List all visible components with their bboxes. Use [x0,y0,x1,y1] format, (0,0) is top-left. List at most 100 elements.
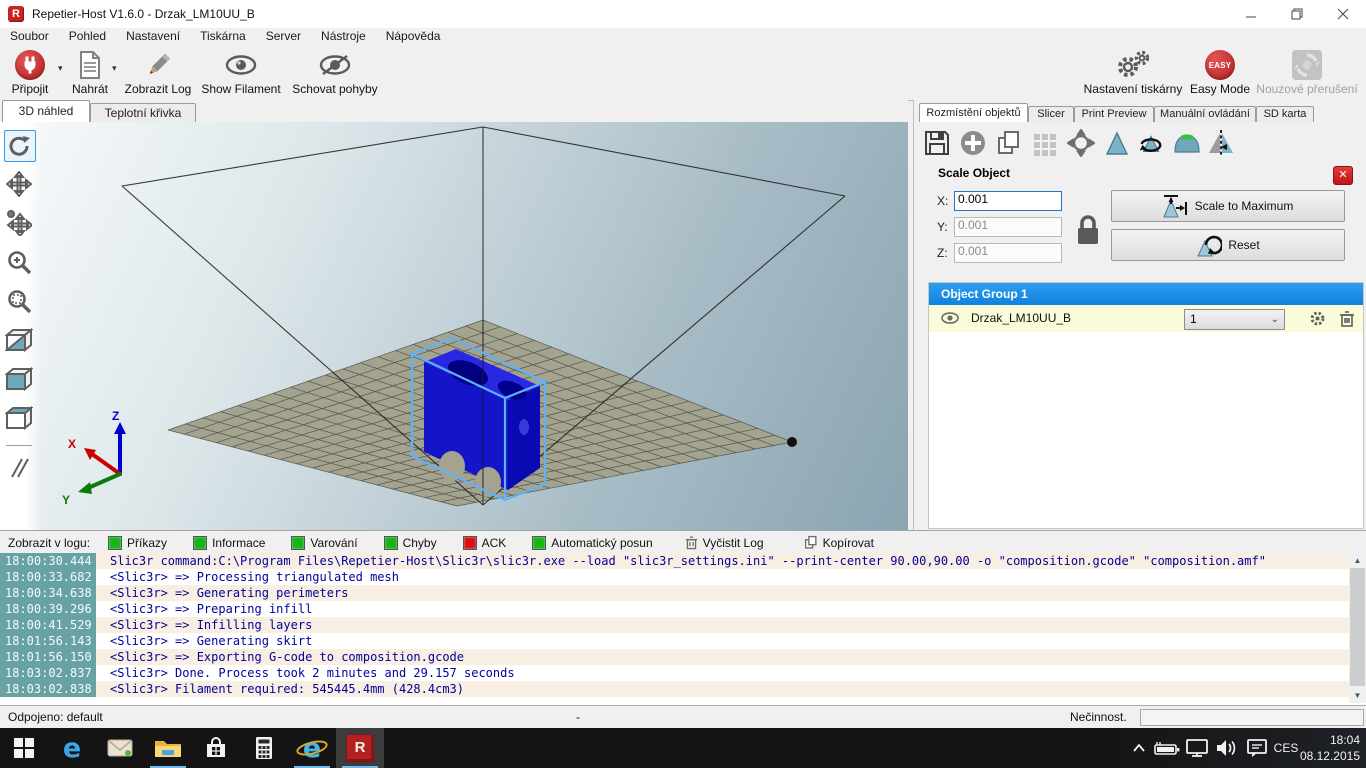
add-object-button[interactable] [958,128,988,158]
scale-y-input[interactable]: 0.001 [954,217,1062,237]
filter-checkbox[interactable] [291,536,305,550]
lock-aspect-button[interactable] [1074,212,1102,253]
tab-3d-view[interactable]: 3D náhled [2,100,90,122]
object-settings-gear-icon[interactable] [1309,310,1326,332]
menu-server[interactable]: Server [256,28,311,45]
log-filter-toggle[interactable]: Informace [193,536,265,550]
easy-mode-button[interactable]: EASY Easy Mode [1190,49,1250,97]
scrollbar-thumb[interactable] [1350,568,1365,686]
lay-flat-button[interactable] [1172,128,1202,158]
toggle-log-button[interactable]: Zobrazit Log [120,49,196,97]
load-button[interactable]: Nahrát [66,49,114,97]
tab-manual-control[interactable]: Manuální ovládání [1154,106,1256,122]
menu-pohled[interactable]: Pohled [59,28,116,45]
zoom-in-button[interactable] [4,247,34,277]
log-filter-toggle[interactable]: Varování [291,536,357,550]
object-visibility-eye-icon[interactable] [941,311,959,330]
mirror-object-icon [1207,129,1235,157]
load-dropdown-arrow[interactable]: ▾ [112,63,117,74]
move-object-button[interactable] [4,208,34,238]
mirror-object-button[interactable] [1206,128,1236,158]
filter-label: Informace [212,536,265,550]
show-filament-button[interactable]: Show Filament [198,49,284,97]
taskbar-file-explorer[interactable] [144,728,192,768]
filter-checkbox[interactable] [108,536,122,550]
tab-print-preview[interactable]: Print Preview [1074,106,1154,122]
fit-view-button[interactable] [4,286,34,316]
filter-checkbox[interactable] [384,536,398,550]
rotate-object-icon [1136,130,1166,156]
scale-reset-button[interactable]: Reset [1111,229,1345,261]
taskbar-edge[interactable]: e [48,728,96,768]
scroll-up-icon[interactable]: ▲ [1349,553,1366,568]
object-group-header[interactable]: Object Group 1 [929,283,1363,305]
object-count-select[interactable]: 1 ⌄ [1184,309,1285,330]
axis-indicator: Z X Y [62,409,126,507]
scale-panel-close-button[interactable]: ✕ [1333,166,1353,185]
save-button[interactable] [922,128,952,158]
scale-x-input[interactable]: 0.001 [954,191,1062,211]
log-filter-toggle[interactable]: Automatický posun [532,536,652,550]
log-filter-toggle[interactable]: ACK [463,536,507,550]
parallel-projection-button[interactable] [4,453,34,483]
copy-log-button[interactable]: Kopírovat [804,535,874,550]
filter-checkbox[interactable] [463,536,477,550]
copy-object-button[interactable] [994,128,1024,158]
hide-travel-button[interactable]: Schovat pohyby [286,49,384,97]
front-view-button[interactable] [4,364,34,394]
log-filter-toggle[interactable]: Příkazy [108,536,167,550]
tray-action-center[interactable] [1242,728,1272,768]
tab-sd-card[interactable]: SD karta [1256,106,1314,122]
log-filter-toggle[interactable]: Chyby [384,536,437,550]
top-view-button[interactable] [4,403,34,433]
tray-clock[interactable]: 18:04 08.12.2015 [1284,732,1360,764]
autoposition-button[interactable] [1030,128,1060,158]
scroll-down-icon[interactable]: ▼ [1349,688,1366,703]
restore-button[interactable] [1274,0,1320,28]
tray-network[interactable] [1182,728,1212,768]
scale-z-input[interactable]: 0.001 [954,243,1062,263]
tab-temperature-curve[interactable]: Teplotní křivka [90,103,196,122]
tab-object-placement[interactable]: Rozmístění objektů [919,103,1028,122]
log-scrollbar[interactable]: ▲ ▼ [1349,553,1366,703]
menu-tiskarna[interactable]: Tiskárna [190,28,256,45]
scale-to-maximum-button[interactable]: Scale to Maximum [1111,190,1345,222]
speaker-icon [1216,739,1238,757]
menu-nastaveni[interactable]: Nastavení [116,28,190,45]
printer-settings-button[interactable]: Nastavení tiskárny [1082,49,1184,97]
connect-button[interactable]: Připojit [2,49,58,97]
ie-ring-icon [296,740,328,756]
tray-chevron[interactable] [1126,728,1152,768]
taskbar-mail[interactable] [96,728,144,768]
tab-slicer[interactable]: Slicer [1028,106,1074,122]
log-timestamp: 18:01:56.143 [0,633,96,649]
isometric-view-button[interactable] [4,325,34,355]
filter-checkbox[interactable] [532,536,546,550]
close-button[interactable] [1320,0,1366,28]
scale-object-button[interactable] [1102,128,1132,158]
rotate-object-button[interactable] [1136,128,1166,158]
tray-volume[interactable] [1212,728,1242,768]
taskbar-store[interactable] [192,728,240,768]
viewport-3d[interactable]: Z X Y [0,122,908,530]
menu-napoveda[interactable]: Nápověda [376,28,451,45]
center-object-button[interactable] [1066,128,1096,158]
taskbar-calculator[interactable] [240,728,288,768]
tray-battery[interactable] [1152,728,1182,768]
menu-soubor[interactable]: Soubor [0,28,59,45]
clear-log-button[interactable]: Vyčistit Log [685,535,764,550]
move-view-button[interactable] [4,169,34,199]
log-row: 18:00:41.529<Slic3r> => Infilling layers [0,617,1366,633]
minimize-button[interactable] [1228,0,1274,28]
object-delete-trash-icon[interactable] [1339,310,1355,332]
object-row[interactable]: Drzak_LM10UU_B 1 ⌄ [929,305,1363,332]
main-toolbar: Připojit ▾ Nahrát ▾ Zobrazit Log Show Fi… [0,45,1366,101]
log-timestamp: 18:00:39.296 [0,601,96,617]
taskbar-repetier-host[interactable]: R [336,728,384,768]
start-button[interactable] [0,728,48,768]
filter-checkbox[interactable] [193,536,207,550]
connect-dropdown-arrow[interactable]: ▾ [58,63,63,74]
taskbar-internet-explorer[interactable]: e [288,728,336,768]
rotate-view-button[interactable] [4,130,36,162]
menu-nastroje[interactable]: Nástroje [311,28,376,45]
